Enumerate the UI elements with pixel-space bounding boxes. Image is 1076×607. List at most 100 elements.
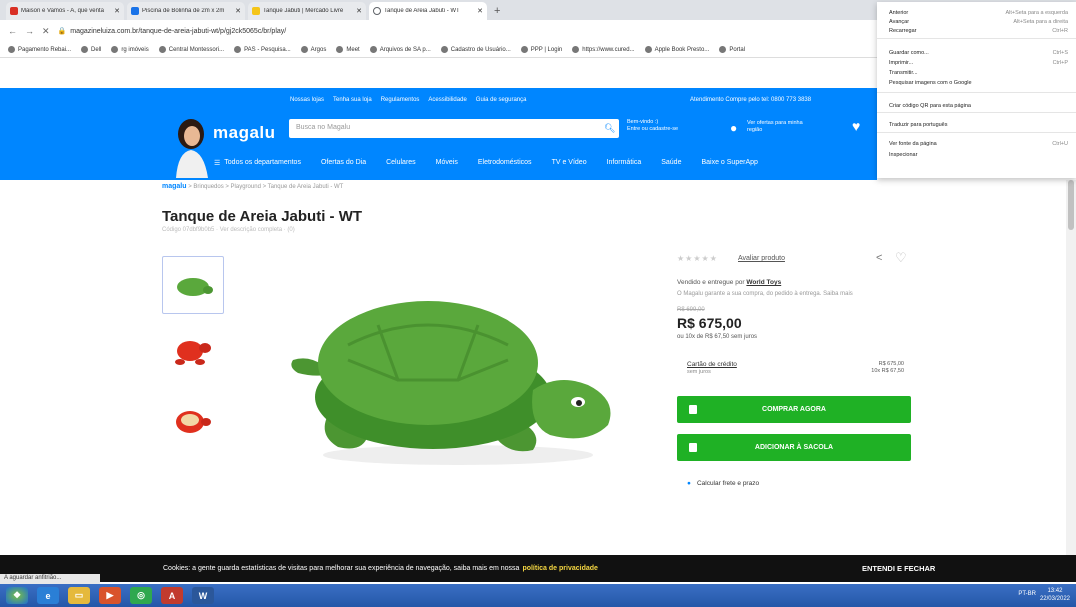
category-link[interactable]: Ofertas do Dia bbox=[321, 159, 366, 167]
status-bar: A aguardar anfitrião... bbox=[0, 574, 100, 584]
menu-item-label: Avançar bbox=[889, 18, 910, 25]
context-menu-item[interactable]: Avançar Alt+Seta para a direita bbox=[889, 17, 1068, 26]
forward-icon[interactable]: → bbox=[25, 26, 34, 36]
context-menu-item[interactable]: Recarregar Ctrl+R bbox=[889, 26, 1068, 35]
breadcrumb-logo[interactable]: magalu bbox=[162, 183, 187, 190]
bookmark-item[interactable]: PAS - Pesquisa... bbox=[234, 46, 291, 53]
menu-item-label: Traduzir para português bbox=[889, 121, 948, 128]
rating-stars[interactable]: ★★★★★ bbox=[677, 254, 718, 263]
bookmark-item[interactable]: Cadastro de Usuário... bbox=[440, 46, 511, 53]
attendance-link[interactable]: Atendimento Compre pelo tel: 0800 773 38… bbox=[690, 97, 811, 103]
bookmark-item[interactable]: Argos bbox=[300, 46, 326, 53]
privacy-policy-link[interactable]: política de privacidade bbox=[522, 565, 597, 572]
context-menu-item[interactable]: Guardar como... Ctrl+S bbox=[889, 48, 1068, 57]
header-link[interactable]: Regulamentos bbox=[381, 97, 420, 103]
pdf-icon[interactable]: A bbox=[161, 587, 183, 604]
browser-tab[interactable]: Maison e Vamos - A, que venta ✕ bbox=[6, 2, 124, 20]
context-menu-item[interactable]: Traduzir para português bbox=[889, 120, 1068, 129]
header-link[interactable]: Nossas lojas bbox=[290, 97, 324, 103]
category-link[interactable]: Informática bbox=[607, 159, 642, 167]
tab-label: Tanque Jabuti | Mercado Livre bbox=[263, 8, 344, 14]
thumbnail-3[interactable] bbox=[162, 392, 224, 450]
category-link[interactable]: Saúde bbox=[661, 159, 681, 167]
menu-item-label: Transmitir... bbox=[889, 69, 918, 76]
add-to-bag-button[interactable]: ADICIONAR À SACOLA bbox=[677, 434, 911, 461]
scrollbar[interactable] bbox=[1066, 180, 1076, 555]
menu-separator bbox=[877, 92, 1076, 93]
bookmark-item[interactable]: Dell bbox=[81, 46, 101, 53]
review-link[interactable]: Avaliar produto bbox=[738, 255, 785, 262]
header-link[interactable]: Tenha sua loja bbox=[333, 97, 372, 103]
menu-item-shortcut: Alt+Seta para a esquerda bbox=[1005, 9, 1068, 16]
browser-tab[interactable]: Tanque Jabuti | Mercado Livre ✕ bbox=[248, 2, 366, 20]
chrome-icon[interactable]: ◎ bbox=[130, 587, 152, 604]
bookmark-item[interactable]: Meet bbox=[336, 46, 360, 53]
context-menu-item[interactable]: Inspecionar bbox=[889, 150, 1068, 159]
bookmark-item[interactable]: Pagamento Rebai... bbox=[8, 46, 71, 53]
scrollbar-thumb[interactable] bbox=[1068, 180, 1074, 230]
favorite-heart-icon[interactable]: ♡ bbox=[895, 250, 907, 266]
bookmark-icon bbox=[158, 46, 166, 53]
region-offers-link[interactable]: Ver ofertas para minha região bbox=[747, 120, 817, 134]
close-icon[interactable]: ✕ bbox=[356, 7, 362, 15]
shipping-calc-link[interactable]: ● Calcular frete e prazo bbox=[687, 480, 759, 487]
search-input[interactable]: Busca no Magalu bbox=[289, 119, 619, 138]
new-tab-button[interactable]: + bbox=[494, 2, 500, 20]
category-link[interactable]: Móveis bbox=[436, 159, 458, 167]
context-menu-item[interactable]: Ver fonte da página Ctrl+U bbox=[889, 139, 1068, 148]
start-button[interactable]: ❖ bbox=[6, 587, 28, 604]
bookmark-item[interactable]: Apple Book Presto... bbox=[644, 46, 709, 53]
back-icon[interactable]: ← bbox=[8, 26, 17, 36]
lock-icon[interactable]: 🔒 bbox=[58, 27, 67, 35]
context-menu-item[interactable]: Pesquisar imagens com o Google bbox=[889, 78, 1068, 87]
location-pin-icon[interactable]: ● bbox=[730, 121, 737, 135]
url-field[interactable]: magazineluiza.com.br/tanque-de-areia-jab… bbox=[70, 28, 286, 35]
bookmark-item[interactable]: Arquivos de SA p... bbox=[369, 46, 431, 53]
category-link[interactable]: TV e Vídeo bbox=[552, 159, 587, 167]
context-menu-item[interactable]: Anterior Alt+Seta para a esquerda bbox=[889, 8, 1068, 17]
turtle-thumbnail-green bbox=[177, 278, 213, 296]
breadcrumb-path[interactable]: > Brinquedos > Playground > Tanque de Ar… bbox=[188, 184, 343, 190]
cookie-banner: Cookies: a gente guarda estatísticas de … bbox=[0, 555, 1076, 582]
close-icon[interactable]: ✕ bbox=[114, 7, 120, 15]
bookmark-label: Meet bbox=[346, 46, 360, 53]
folder-icon[interactable]: ▭ bbox=[68, 587, 90, 604]
all-departments-menu[interactable]: Todos os departamentos bbox=[224, 159, 301, 167]
header-link[interactable]: Acessibilidade bbox=[428, 97, 466, 103]
heart-icon[interactable]: ♥ bbox=[852, 118, 860, 134]
bookmark-item[interactable]: https://www.cured... bbox=[572, 46, 635, 53]
stop-icon[interactable]: ✕ bbox=[42, 26, 50, 37]
category-link[interactable]: Baixe o SuperApp bbox=[701, 159, 757, 167]
header-link[interactable]: Guia de segurança bbox=[476, 97, 527, 103]
context-menu-item[interactable]: Criar código QR para esta página bbox=[889, 101, 1068, 110]
thumbnail-1[interactable] bbox=[162, 256, 224, 314]
thumbnail-2[interactable] bbox=[162, 322, 224, 380]
share-icon[interactable]: < bbox=[876, 252, 882, 264]
bookmark-item[interactable]: PPP | Login bbox=[520, 46, 562, 53]
login-link[interactable]: Bem-vindo :) Entre ou cadastre-se bbox=[627, 119, 678, 133]
bookmark-item[interactable]: Central Montessori... bbox=[158, 46, 224, 53]
buy-now-button[interactable]: COMPRAR AGORA bbox=[677, 396, 911, 423]
cookie-accept-button[interactable]: ENTENDI E FECHAR bbox=[862, 564, 935, 573]
category-link[interactable]: Eletrodomésticos bbox=[478, 159, 532, 167]
word-icon[interactable]: W bbox=[192, 587, 214, 604]
close-icon[interactable]: ✕ bbox=[235, 7, 241, 15]
seller-link[interactable]: World Toys bbox=[746, 279, 781, 286]
credit-card-link[interactable]: Cartão de crédito bbox=[687, 361, 737, 368]
context-menu-item[interactable]: Transmitir... bbox=[889, 68, 1068, 77]
bookmark-label: Arquivos de SA p... bbox=[379, 46, 431, 53]
category-link[interactable]: Celulares bbox=[386, 159, 416, 167]
media-icon[interactable]: ▶ bbox=[99, 587, 121, 604]
browser-tab[interactable]: Piscina de Bolinha de 2m x 2m ✕ bbox=[127, 2, 245, 20]
context-menu-item[interactable]: Imprimir... Ctrl+P bbox=[889, 58, 1068, 67]
bookmark-item[interactable]: Portal bbox=[719, 46, 745, 53]
search-icon[interactable]: 🔍︎ bbox=[604, 123, 615, 134]
browser-tab-active[interactable]: Tanque de Areia Jabuti - WT ✕ bbox=[369, 2, 487, 20]
close-icon[interactable]: ✕ bbox=[477, 7, 483, 15]
system-tray[interactable]: PT-BR bbox=[1018, 591, 1036, 597]
bookmark-item[interactable]: rg imóveis bbox=[111, 46, 149, 53]
clock[interactable]: 13:42 22/03/2022 bbox=[1040, 587, 1070, 603]
ie-icon[interactable]: e bbox=[37, 587, 59, 604]
bookmark-icon bbox=[336, 46, 344, 53]
magalu-logo[interactable]: magalu bbox=[213, 123, 276, 143]
